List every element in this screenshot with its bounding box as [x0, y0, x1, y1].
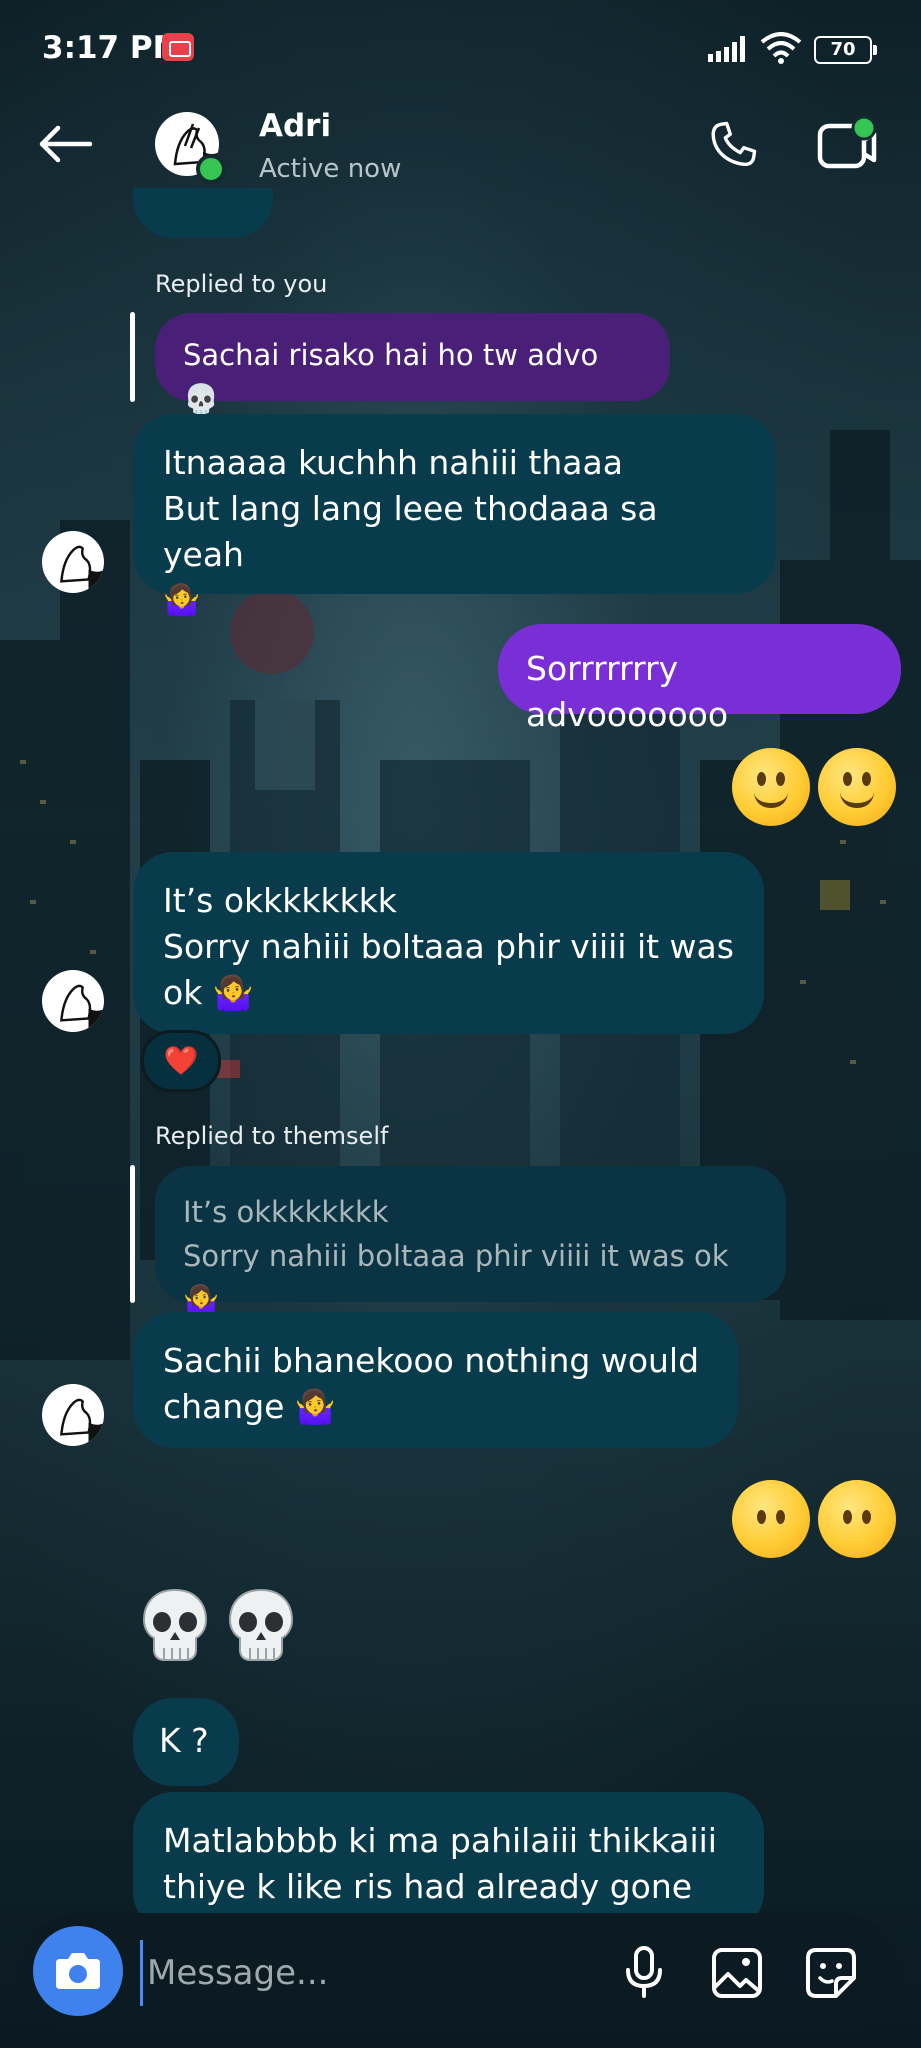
- camera-button[interactable]: [33, 1926, 123, 2016]
- previous-message-fragment: [133, 188, 273, 238]
- online-status-dot: [196, 154, 226, 184]
- message-emoji: 🤷‍♀️: [163, 583, 201, 618]
- signal-strength-icon: [708, 36, 745, 62]
- message-text: thiye k like ris had already gone: [163, 1867, 693, 1906]
- message-text: It’s okkkkkkkk: [163, 881, 397, 920]
- microphone-icon[interactable]: [620, 1944, 668, 2000]
- message-input[interactable]: [140, 1940, 599, 2006]
- heart-reaction[interactable]: ❤️: [141, 1030, 221, 1092]
- reply-caption: Replied to you: [155, 270, 328, 298]
- sender-avatar[interactable]: [42, 970, 104, 1032]
- contact-active-status: Active now: [259, 154, 402, 184]
- reply-indicator-bar: [130, 312, 135, 402]
- face-without-mouth-emoji[interactable]: [732, 1480, 810, 1558]
- back-arrow-icon[interactable]: [36, 122, 94, 166]
- reply-indicator-bar: [130, 1165, 135, 1303]
- incoming-message-bubble[interactable]: Sachii bhanekooo nothing would change 🤷‍…: [133, 1312, 738, 1448]
- message-text: Itnaaaa kuchhh nahiii thaaa: [163, 443, 623, 482]
- face-without-mouth-emoji[interactable]: [818, 1480, 896, 1558]
- camera-icon: [56, 1953, 100, 1989]
- incoming-message-bubble[interactable]: K ?: [133, 1698, 239, 1786]
- message-text: change 🤷‍♀️: [163, 1387, 337, 1426]
- sender-avatar[interactable]: [42, 531, 104, 593]
- slightly-smiling-face-emoji[interactable]: [732, 748, 810, 826]
- quoted-message[interactable]: Sachai risako hai ho tw advo 💀: [155, 313, 670, 416]
- message-text: But lang lang leee thodaaa sa yeah: [163, 489, 658, 574]
- wifi-icon: [760, 32, 802, 64]
- notification-badge-icon: [162, 33, 194, 61]
- contact-name[interactable]: Adri: [259, 108, 331, 144]
- sticker-icon[interactable]: [804, 1946, 858, 2000]
- reply-caption: Replied to themself: [155, 1122, 389, 1150]
- quoted-message[interactable]: It’s okkkkkkkk Sorry nahiii boltaaa phir…: [155, 1166, 786, 1317]
- gallery-icon[interactable]: [710, 1946, 764, 2000]
- quoted-text: It’s okkkkkkkk: [183, 1195, 389, 1229]
- incoming-message-bubble[interactable]: It’s okkkkkkkk Sorry nahiii boltaaa phir…: [133, 852, 764, 1034]
- phone-icon[interactable]: [706, 118, 760, 172]
- outgoing-message-bubble[interactable]: Sorrrrrrry advooooooo: [498, 624, 901, 734]
- video-call-icon[interactable]: [816, 116, 878, 172]
- incoming-message-bubble[interactable]: Itnaaaa kuchhh nahiii thaaa But lang lan…: [133, 414, 776, 618]
- slightly-smiling-face-emoji[interactable]: [818, 748, 896, 826]
- message-text: Sachii bhanekooo nothing would: [163, 1341, 700, 1380]
- skull-emoji[interactable]: [226, 1588, 296, 1662]
- sender-avatar[interactable]: [42, 1384, 104, 1446]
- message-text: Sorry nahiii boltaaa phir viiii it was: [163, 927, 734, 966]
- skull-emoji[interactable]: [140, 1588, 210, 1662]
- quoted-text: Sorry nahiii boltaaa phir viiii it was o…: [183, 1239, 729, 1317]
- incoming-message-bubble[interactable]: Matlabbbb ki ma pahilaiii thikkaiii thiy…: [133, 1792, 764, 1932]
- battery-indicator: 70: [814, 36, 877, 64]
- message-text: Matlabbbb ki ma pahilaiii thikkaiii: [163, 1821, 717, 1860]
- message-text: ok 🤷‍♀️: [163, 973, 254, 1012]
